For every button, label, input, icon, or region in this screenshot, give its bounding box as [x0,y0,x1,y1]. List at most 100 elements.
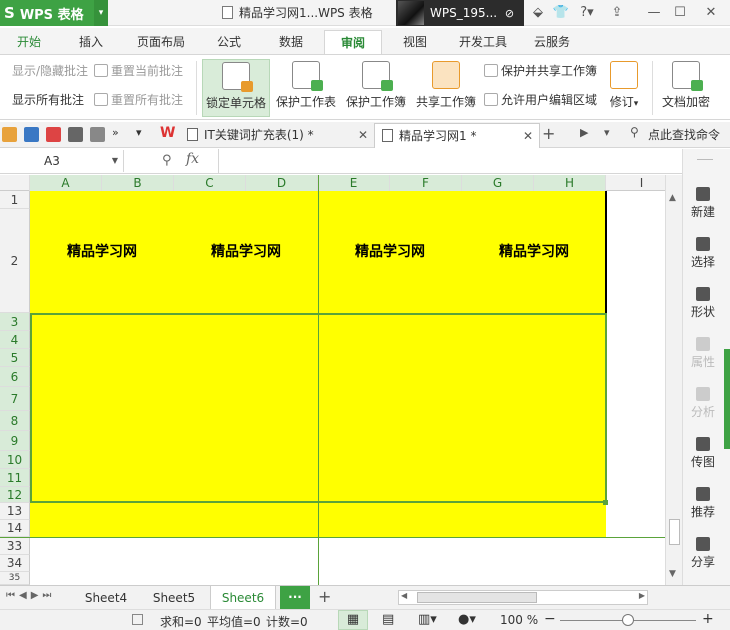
protect-and-share-button[interactable]: 保护并共享工作簿 [484,62,597,80]
close-icon[interactable]: ✕ [523,124,533,148]
maximize-icon[interactable]: ☐ [670,0,690,26]
row-header[interactable]: 12 [0,487,30,503]
row-header[interactable]: 13 [0,503,30,520]
skin-icon[interactable]: ⬙ [530,0,546,26]
merged-cell-text[interactable]: 精品学习网 [174,191,318,313]
revisions-button[interactable]: 修订▾ [604,59,644,117]
normal-view-icon[interactable]: ▦ [338,610,368,630]
tab-page-layout[interactable]: 页面布局 [130,30,192,54]
column-header[interactable]: D [246,175,318,191]
row-header[interactable]: 7 [0,387,30,411]
open-icon[interactable] [2,127,17,142]
add-sheet-icon[interactable]: + [318,587,331,606]
zoom-search-icon[interactable]: ⚲ [162,153,172,168]
share-workbook-button[interactable]: 共享工作簿 [414,59,478,117]
chevron-down-icon[interactable]: ▾ [136,126,142,139]
share-window-icon[interactable]: ⇪ [606,0,628,26]
more-sheets-icon[interactable]: ··· [280,586,310,610]
eye-protect-icon[interactable]: ●▾ [458,612,476,627]
sidebar-share[interactable]: 分享 [683,537,723,570]
row-header[interactable]: 9 [0,431,30,451]
tab-view[interactable]: 视图 [392,30,438,54]
scroll-thumb[interactable] [417,592,537,603]
sidebar-analysis[interactable]: 分析 [683,387,723,420]
sidebar-properties[interactable]: 属性 [683,337,723,370]
column-header[interactable]: C [174,175,246,191]
selection-range[interactable] [30,313,607,503]
column-header[interactable]: F [390,175,462,191]
row-header[interactable]: 11 [0,469,30,487]
row-header[interactable]: 5 [0,349,30,367]
row-header[interactable]: 10 [0,451,30,469]
scroll-left-icon[interactable]: ◀ [401,591,407,600]
page-layout-view-icon[interactable]: ▤ [382,612,394,627]
zoom-in-icon[interactable]: + [702,611,714,627]
doc-encrypt-button[interactable]: 文档加密 [658,59,714,117]
fill-handle[interactable] [603,500,608,505]
close-icon[interactable]: ✕ [358,123,368,147]
quick-find-link[interactable]: 点此查找命令 [648,126,720,143]
row-header[interactable]: 33 [0,538,30,555]
protect-sheet-button[interactable]: 保护工作表 [274,59,338,117]
macro-icon[interactable] [132,614,143,625]
row-header[interactable]: 34 [0,555,30,572]
scroll-up-icon[interactable]: ▲ [669,193,676,203]
row-header[interactable]: 4 [0,331,30,349]
select-all-corner[interactable] [0,175,30,191]
minimize-icon[interactable]: — [644,0,664,26]
scroll-right-icon[interactable]: ▶ [639,591,645,600]
sidebar-shape[interactable]: 形状 [683,287,723,320]
help-icon[interactable]: ?▾ [576,0,598,26]
row-header[interactable]: 2 [0,209,30,313]
reset-all-comments-button[interactable]: 重置所有批注 [94,91,183,109]
scroll-down-icon[interactable]: ▼ [669,569,676,579]
vertical-scrollbar[interactable]: ▲ ▼ [665,175,682,585]
sheet-grid[interactable]: A B C D E F G H I 精品学习网 精品学习网 精品学习网 精品学习… [0,175,665,585]
tab-review[interactable]: 审阅 [324,30,382,54]
zoom-slider-knob[interactable] [622,614,634,626]
sheet-tab[interactable]: Sheet5 [144,586,204,610]
tab-formulas[interactable]: 公式 [206,30,252,54]
reset-current-comment-button[interactable]: 重置当前批注 [94,62,183,80]
zoom-level[interactable]: 100 % [500,613,538,627]
column-header[interactable]: E [318,175,390,191]
page-break-view-icon[interactable]: ▥▾ [418,612,437,627]
sheet-tab-active[interactable]: Sheet6 [210,586,276,610]
column-header[interactable]: B [102,175,174,191]
column-header[interactable]: G [462,175,534,191]
sidebar-recommend[interactable]: 推荐 [683,487,723,520]
print-icon[interactable] [68,127,83,142]
lock-cells-button[interactable]: 锁定单元格 [202,59,270,117]
more-icon[interactable]: » [112,126,119,139]
row-header[interactable]: 35 [0,572,30,585]
protect-workbook-button[interactable]: 保护工作簿 [344,59,408,117]
close-icon[interactable]: ✕ [700,0,722,26]
search-icon[interactable]: ⚲ [630,125,639,139]
row-header[interactable]: 6 [0,367,30,387]
name-box[interactable]: A3 ▼ [0,150,124,172]
zoom-out-icon[interactable]: − [544,611,556,627]
merged-cell-text[interactable]: 精品学习网 [318,191,462,313]
app-menu-button[interactable]: S WPS 表格 ▾ [0,0,108,26]
row-header[interactable]: 14 [0,520,30,537]
fx-icon[interactable]: fx [186,151,199,167]
wps-w-icon[interactable]: W [160,125,175,141]
row-header[interactable]: 1 [0,191,30,209]
tab-home[interactable]: 开始 [6,30,52,54]
merged-cell-text[interactable]: 精品学习网 [462,191,606,313]
doc-tab-active[interactable]: 精品学习网1 * ✕ [374,123,540,148]
tab-menu-icon[interactable]: ▾ [604,126,610,139]
row-header[interactable]: 8 [0,411,30,431]
sheet-tab[interactable]: Sheet4 [76,586,136,610]
sidebar-upload-image[interactable]: 传图 [683,437,723,470]
chevron-down-icon[interactable]: ▼ [112,150,118,172]
sheet-nav-icon[interactable]: ⏮◀▶⏭ [6,590,55,601]
sidebar-select[interactable]: 选择 [683,237,723,270]
column-header[interactable]: I [606,175,665,191]
column-header[interactable]: A [30,175,102,191]
save-icon[interactable] [24,127,39,142]
horizontal-scrollbar[interactable]: ◀ ▶ [398,590,648,605]
allow-edit-ranges-button[interactable]: 允许用户编辑区域 [484,91,597,109]
sidebar-new[interactable]: 新建 [683,187,723,220]
chevron-down-icon[interactable]: ▾ [94,0,108,26]
